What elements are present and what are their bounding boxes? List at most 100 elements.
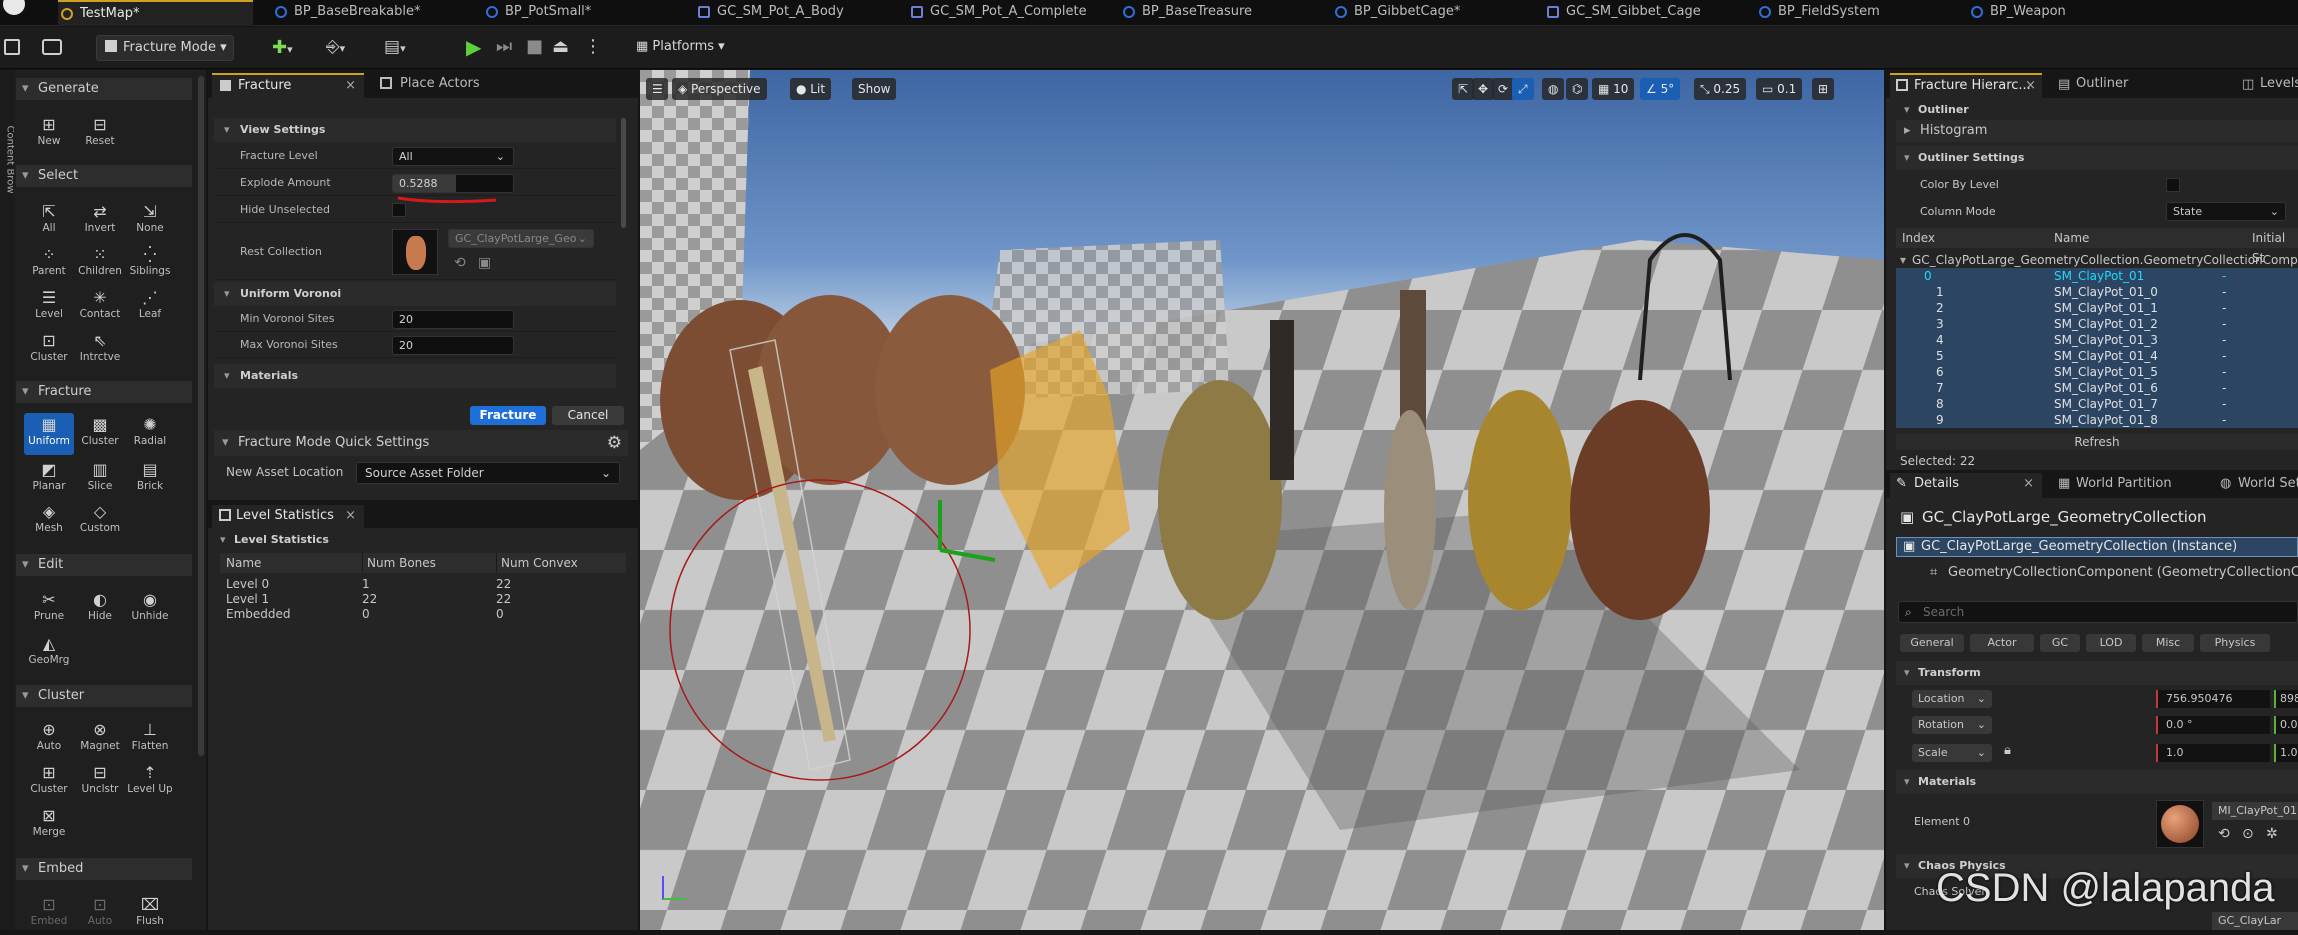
geomerge-button[interactable]: ◭ GeoMrg <box>24 632 74 674</box>
uniform-button[interactable]: ▦ Uniform <box>24 413 74 455</box>
gear-icon[interactable]: ⚙ <box>607 430 622 456</box>
translate-icon[interactable]: ✥ <box>1472 78 1495 100</box>
material-picker[interactable]: MI_ClayPot_01 <box>2212 802 2298 820</box>
chaos-rest-collection-picker[interactable]: GC_ClayLar <box>2212 912 2298 930</box>
refresh-button[interactable]: Refresh <box>1896 434 2298 450</box>
cancel-button[interactable]: Cancel <box>552 406 624 425</box>
close-icon[interactable]: × <box>345 505 356 526</box>
tab-testmap[interactable]: TestMap* <box>58 0 253 26</box>
magnet-button[interactable]: ⊗ Magnet <box>75 718 125 760</box>
merge-button[interactable]: ⊠ Merge <box>24 804 74 846</box>
tab-bp-basetreasure[interactable]: BP_BaseTreasure <box>1120 0 1252 26</box>
select-mode-icon[interactable]: ⇱ <box>1452 78 1475 100</box>
siblings-button[interactable]: ⁛ Siblings <box>125 243 175 285</box>
view-settings-header[interactable]: View Settings <box>214 118 616 142</box>
snap-surface-icon[interactable]: ⌬ <box>1566 78 1589 100</box>
tab-gc-pot-complete[interactable]: GC_SM_Pot_A_Complete <box>908 0 1087 26</box>
list-item[interactable]: 4 SM_ClayPot_01_3- <box>1896 332 2298 348</box>
lock-icon[interactable]: 🔒︎ <box>2004 743 2011 758</box>
location-x-input[interactable]: 756.950476 <box>2156 690 2270 708</box>
rotation-y-input[interactable]: 0.0 <box>2274 716 2298 734</box>
new-tool-button[interactable]: ⊞ New <box>24 113 74 155</box>
scale-x-input[interactable]: 1.0 <box>2156 744 2270 762</box>
tab-level-statistics[interactable]: Level Statistics × <box>212 505 364 528</box>
save-icon[interactable] <box>4 39 20 55</box>
close-icon[interactable]: × <box>345 75 356 97</box>
angle-snap-button[interactable]: ∠ 5° <box>1640 78 1681 100</box>
tab-bp-gibbetcage[interactable]: BP_GibbetCage* <box>1332 0 1460 26</box>
filter-general[interactable]: General <box>1900 634 1964 652</box>
uncluster-button[interactable]: ⊟ Unclstr <box>75 761 125 803</box>
cluster-button[interactable]: ⊞ Cluster <box>24 761 74 803</box>
brick-button[interactable]: ▤ Brick <box>125 458 175 500</box>
reset-arrow-icon[interactable]: ⟲ <box>454 255 466 271</box>
step-button[interactable]: ⏭ <box>496 36 512 57</box>
list-item[interactable]: 6 SM_ClayPot_01_5- <box>1896 364 2298 380</box>
filter-physics[interactable]: Physics <box>2200 634 2270 652</box>
level-button[interactable]: ☰ Level <box>24 286 74 328</box>
section-generate[interactable]: Generate <box>16 78 192 100</box>
radial-button[interactable]: ✺ Radial <box>125 413 175 455</box>
section-embed[interactable]: Embed <box>16 858 192 880</box>
play-button[interactable]: ▶ <box>466 35 481 59</box>
column-mode-dropdown[interactable]: State ⌄ <box>2166 202 2286 221</box>
cinematics-icon[interactable]: ▤▾ <box>384 37 406 57</box>
tab-bp-potsmall[interactable]: BP_PotSmall* <box>483 0 591 26</box>
reset-arrow-icon[interactable]: ⟲ <box>2218 826 2230 842</box>
fracture-button[interactable]: Fracture <box>470 406 546 425</box>
planar-button[interactable]: ◩ Planar <box>24 458 74 500</box>
stop-button[interactable]: ■ <box>526 36 543 57</box>
level-viewport[interactable]: ☰ ◈ Perspective ● Lit Show ⇱ ✥ ⟳ ⤢ ◍ ⌬ ▦… <box>640 70 1884 930</box>
slice-button[interactable]: ▥ Slice <box>75 458 125 500</box>
tab-bp-basebreakable[interactable]: BP_BaseBreakable* <box>272 0 420 26</box>
level-up-button[interactable]: ⇡ Level Up <box>125 761 175 803</box>
children-button[interactable]: ⁙ Children <box>75 243 125 285</box>
filter-lod[interactable]: LOD <box>2086 634 2136 652</box>
outliner-settings-header[interactable]: Outliner Settings <box>1896 146 2298 170</box>
quick-settings-header[interactable]: ▾ Fracture Mode Quick Settings ⚙ <box>214 430 628 456</box>
add-actor-icon[interactable]: ✚▾ <box>272 37 293 58</box>
unreal-logo-icon[interactable] <box>0 0 28 18</box>
uniform-voronoi-header[interactable]: Uniform Voronoi <box>214 282 616 306</box>
tab-place-actors[interactable]: Place Actors <box>374 73 480 98</box>
browse-icon[interactable]: ▣ <box>478 255 491 271</box>
instance-row[interactable]: ▣ GC_ClayPotLarge_GeometryCollection (Ins… <box>1896 537 2298 557</box>
cluster-fracture-button[interactable]: ▩ Cluster <box>75 413 125 455</box>
outliner-header[interactable]: Outliner <box>1896 98 2298 122</box>
lit-button[interactable]: ● Lit <box>790 78 832 100</box>
section-edit[interactable]: Edit <box>16 554 192 576</box>
tab-world-settings[interactable]: ◍World Setti <box>2216 473 2298 495</box>
perspective-button[interactable]: ◈ Perspective <box>672 78 767 100</box>
new-asset-location-dropdown[interactable]: Source Asset Folder ⌄ <box>356 462 620 484</box>
leaf-button[interactable]: ⋰ Leaf <box>125 286 175 328</box>
rest-collection-picker[interactable]: GC_ClayPotLarge_Geo ⌄ <box>448 229 594 248</box>
tab-bp-weapon[interactable]: BP_Weapon <box>1968 0 2066 26</box>
reset-tool-button[interactable]: ⊟ Reset <box>75 113 125 155</box>
hide-button[interactable]: ◐ Hide <box>75 588 125 630</box>
histogram-row[interactable]: ▸ Histogram <box>1896 120 2298 142</box>
fracture-level-dropdown[interactable]: All ⌄ <box>392 147 514 166</box>
scale-dropdown[interactable]: Scale ⌄ <box>1912 744 1992 762</box>
more-options-icon[interactable]: ⋮ <box>584 36 602 57</box>
section-select[interactable]: Select <box>16 165 192 187</box>
select-all-button[interactable]: ⇱ All <box>24 200 74 242</box>
contact-button[interactable]: ✳ Contact <box>75 286 125 328</box>
show-button[interactable]: Show <box>852 78 897 100</box>
list-item[interactable]: 3 SM_ClayPot_01_2- <box>1896 316 2298 332</box>
close-icon[interactable]: × <box>2023 473 2034 495</box>
list-item[interactable]: 1 SM_ClayPot_01_0- <box>1896 284 2298 300</box>
location-y-input[interactable]: 898 <box>2274 690 2298 708</box>
filter-actor[interactable]: Actor <box>1970 634 2034 652</box>
browse-icon[interactable]: ⊙ <box>2242 826 2254 842</box>
list-item[interactable]: 0 SM_ClayPot_01- <box>1896 268 2298 284</box>
scale-y-input[interactable]: 1.0 <box>2274 744 2298 762</box>
hide-unselected-checkbox[interactable] <box>392 203 406 217</box>
rotate-icon[interactable]: ⟳ <box>1492 78 1515 100</box>
tab-gc-gibbet-cage[interactable]: GC_SM_Gibbet_Cage <box>1544 0 1701 26</box>
tab-outliner[interactable]: ▤ Outliner <box>2054 73 2128 95</box>
tab-world-partition[interactable]: ▦ World Partition <box>2054 473 2172 495</box>
interactive-button[interactable]: ⇖ Intrctve <box>75 329 125 371</box>
tab-levels[interactable]: ◫ Levels <box>2238 73 2298 95</box>
level-stats-header[interactable]: ▾ Level Statistics <box>214 530 628 550</box>
scale-icon[interactable]: ⤢ <box>1512 78 1534 100</box>
